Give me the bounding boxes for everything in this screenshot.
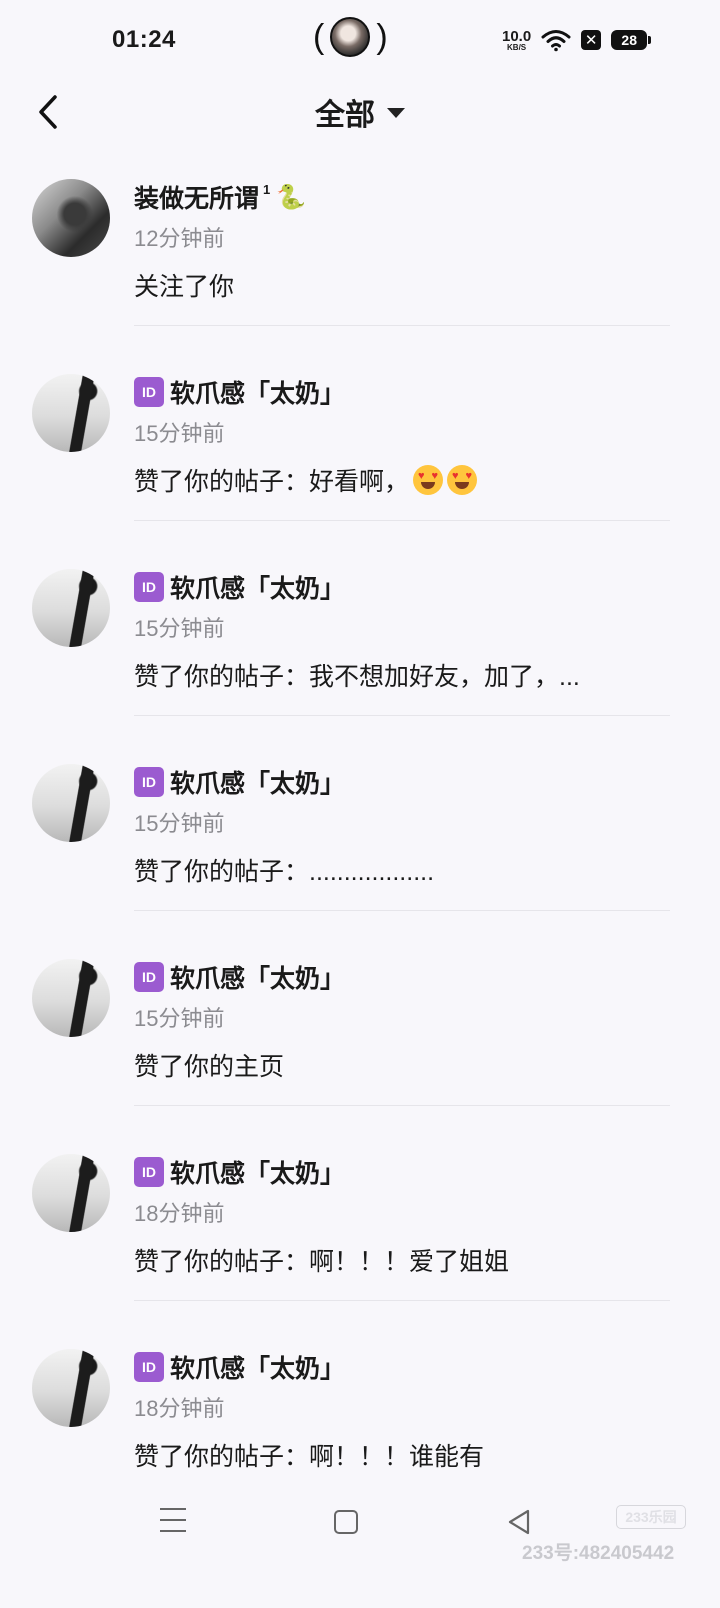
right-paren-icon: ) <box>376 18 388 56</box>
notification-item[interactable]: ID 软爪感「太奶」 15分钟前 赞了你的主页 <box>0 947 720 1142</box>
header: 全部 <box>0 80 720 142</box>
nav-back-triangle-icon[interactable] <box>506 1508 532 1536</box>
net-speed-unit: KB/S <box>507 42 527 52</box>
notification-item[interactable]: 装做无所谓 1 🐍 12分钟前 关注了你 <box>0 167 720 362</box>
net-speed: 10.0 KB/S <box>502 29 531 52</box>
left-paren-icon: ( <box>313 18 325 56</box>
filter-dropdown[interactable]: 全部 <box>0 90 720 134</box>
recent-apps-button[interactable] <box>160 1508 186 1532</box>
heart-eyes-emoji-icon <box>413 465 444 495</box>
divider <box>134 520 670 521</box>
home-button[interactable] <box>334 1510 358 1534</box>
notification-content: 赞了你的帖子：啊！！！谁能有 <box>134 1443 485 1471</box>
notification-content: 赞了你的帖子：好看啊， <box>134 462 478 498</box>
status-icons: 10.0 KB/S ✕ 28 <box>502 24 652 56</box>
avatar[interactable] <box>32 764 110 842</box>
notification-item[interactable]: ID 软爪感「太奶」 18分钟前 赞了你的帖子：啊！！！爱了姐姐 <box>0 1142 720 1337</box>
avatar[interactable] <box>32 569 110 647</box>
divider <box>134 1105 670 1106</box>
notification-content: 赞了你的帖子：我不想加好友，加了，... <box>134 663 580 691</box>
avatar[interactable] <box>32 1349 110 1427</box>
snake-icon: 🐍 <box>276 183 307 211</box>
heart-eyes-emoji-icon <box>447 465 478 495</box>
status-bar: 01:24 ( ) 10.0 KB/S ✕ 28 <box>0 0 720 80</box>
username-text: 软爪感「太奶」 <box>170 575 346 603</box>
notification-content: 关注了你 <box>134 273 235 301</box>
content-text: 赞了你的帖子：好看啊， <box>134 468 410 496</box>
menu-line <box>160 1508 186 1510</box>
status-center: ( ) <box>313 14 388 60</box>
watermark-text: 233号:482405442 <box>522 1543 675 1564</box>
avatar[interactable] <box>32 959 110 1037</box>
username-text: 软爪感「太奶」 <box>170 965 346 993</box>
id-badge-icon: ID <box>134 962 164 992</box>
caret-down-icon <box>387 108 405 118</box>
username-sup: 1 <box>263 181 271 197</box>
notification-item[interactable]: ID 软爪感「太奶」 15分钟前 赞了你的帖子：我不想加好友，加了，... <box>0 557 720 752</box>
notification-content: 赞了你的帖子：啊！！！爱了姐姐 <box>134 1248 510 1276</box>
username[interactable]: ID 软爪感「太奶」 <box>134 1349 345 1385</box>
divider <box>134 325 670 326</box>
wifi-icon <box>541 30 571 52</box>
username-text: 装做无所谓 <box>134 185 260 213</box>
username-text: 软爪感「太奶」 <box>170 770 346 798</box>
username[interactable]: 装做无所谓 1 🐍 <box>134 179 306 215</box>
divider <box>134 715 670 716</box>
id-badge-icon: ID <box>134 1157 164 1187</box>
timestamp: 15分钟前 <box>134 616 225 641</box>
notification-content: 赞了你的主页 <box>134 1053 285 1081</box>
status-avatar <box>330 17 371 57</box>
timestamp: 15分钟前 <box>134 1006 225 1031</box>
username[interactable]: ID 软爪感「太奶」 <box>134 569 345 605</box>
divider <box>134 1300 670 1301</box>
username[interactable]: ID 软爪感「太奶」 <box>134 764 345 800</box>
close-box-icon: ✕ <box>581 30 602 50</box>
avatar[interactable] <box>32 179 110 257</box>
status-time: 01:24 <box>112 26 176 53</box>
username[interactable]: ID 软爪感「太奶」 <box>134 1154 345 1190</box>
notification-item[interactable]: ID 软爪感「太奶」 15分钟前 赞了你的帖子：................… <box>0 752 720 947</box>
battery-level: 28 <box>621 32 637 48</box>
id-badge-icon: ID <box>134 572 164 602</box>
id-badge-icon: ID <box>134 1352 164 1382</box>
avatar[interactable] <box>32 1154 110 1232</box>
menu-line <box>160 1530 186 1532</box>
timestamp: 15分钟前 <box>134 421 225 446</box>
timestamp: 18分钟前 <box>134 1201 225 1226</box>
id-badge-icon: ID <box>134 767 164 797</box>
id-badge-icon: ID <box>134 377 164 407</box>
battery-icon: 28 <box>611 30 652 50</box>
username-text: 软爪感「太奶」 <box>170 1160 346 1188</box>
notification-item[interactable]: ID 软爪感「太奶」 15分钟前 赞了你的帖子：好看啊， <box>0 362 720 557</box>
page-title: 全部 <box>315 99 375 132</box>
timestamp: 15分钟前 <box>134 811 225 836</box>
timestamp: 12分钟前 <box>134 226 225 251</box>
menu-line <box>160 1519 186 1521</box>
avatar[interactable] <box>32 374 110 452</box>
timestamp: 18分钟前 <box>134 1396 225 1421</box>
divider <box>134 910 670 911</box>
username[interactable]: ID 软爪感「太奶」 <box>134 959 345 995</box>
notification-content: 赞了你的帖子：.................. <box>134 858 435 886</box>
username-text: 软爪感「太奶」 <box>170 1355 346 1383</box>
username-text: 软爪感「太奶」 <box>170 380 346 408</box>
watermark-badge: 233乐园 <box>616 1505 686 1529</box>
username[interactable]: ID 软爪感「太奶」 <box>134 374 345 410</box>
net-speed-value: 10.0 <box>502 27 532 45</box>
